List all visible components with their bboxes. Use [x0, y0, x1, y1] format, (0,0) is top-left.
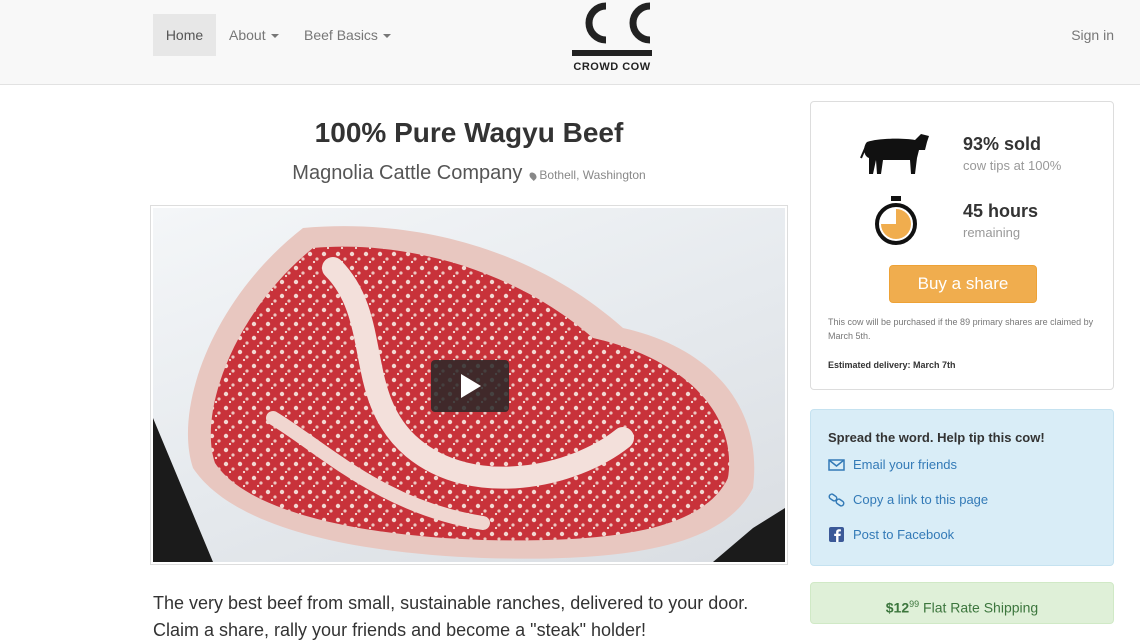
post-facebook-link[interactable]: Post to Facebook	[828, 526, 1028, 544]
shipping-dollars: $12	[885, 599, 910, 616]
nav-beef-basics-label: Beef Basics	[304, 27, 378, 43]
purchase-note: This cow will be purchased if the 89 pri…	[828, 317, 1094, 341]
hours-left: 45 hours	[963, 201, 1039, 221]
location: Bothell, Washington	[528, 168, 646, 182]
remaining-label: remaining	[963, 225, 1021, 240]
copy-link-button[interactable]: Copy a link to this page	[828, 491, 1048, 509]
share-heading: Spread the word. Help tip this cow!	[828, 430, 1045, 445]
tip-note: cow tips at 100%	[963, 158, 1062, 173]
play-button[interactable]	[431, 360, 509, 412]
email-friends-label: Email your friends	[853, 457, 958, 472]
farm-line: Magnolia Cattle Company Bothell, Washingt…	[150, 162, 788, 185]
email-friends-link[interactable]: Email your friends	[828, 456, 1028, 474]
share-box: Spread the word. Help tip this cow! Emai…	[810, 409, 1114, 566]
nav-beef-basics-dropdown[interactable]: Beef Basics	[292, 14, 403, 56]
shipping-label: Flat Rate Shipping	[919, 599, 1039, 616]
farm-name[interactable]: Magnolia Cattle Company	[292, 162, 522, 184]
nav-about-label: About	[229, 27, 266, 43]
percent-sold: 93% sold	[963, 134, 1042, 154]
video-player[interactable]	[150, 205, 788, 565]
shipping-cents: 99	[909, 599, 920, 609]
caret-down-icon	[382, 34, 391, 39]
flat-rate-shipping-badge: $1299 Flat Rate Shipping	[810, 582, 1114, 624]
stopwatch-icon	[875, 196, 917, 245]
sign-in-link[interactable]: Sign in	[1059, 14, 1126, 56]
play-icon	[461, 374, 481, 398]
nav-home[interactable]: Home	[153, 14, 216, 56]
map-pin-icon	[528, 170, 539, 181]
caret-down-icon	[270, 34, 279, 39]
chain-link-icon	[828, 493, 845, 507]
envelope-icon	[828, 459, 845, 471]
top-navbar: Home About Beef Basics CROWD COW Sign in	[0, 0, 1140, 85]
facebook-icon	[829, 527, 844, 542]
video-thumbnail	[153, 208, 785, 562]
status-panel: 93% sold cow tips at 100% 45 hours remai…	[810, 101, 1114, 390]
nav-about-dropdown[interactable]: About	[217, 14, 291, 56]
location-text: Bothell, Washington	[539, 168, 646, 182]
copy-link-label: Copy a link to this page	[853, 492, 989, 507]
estimated-delivery: Estimated delivery: March 7th	[828, 360, 956, 370]
tagline: The very best beef from small, sustainab…	[153, 593, 749, 640]
page-title: 100% Pure Wagyu Beef	[314, 117, 624, 148]
logo-text: CROWD COW	[573, 61, 651, 73]
cow-icon	[860, 134, 929, 174]
post-facebook-label: Post to Facebook	[853, 527, 955, 542]
buy-share-button[interactable]: Buy a share	[889, 265, 1037, 303]
